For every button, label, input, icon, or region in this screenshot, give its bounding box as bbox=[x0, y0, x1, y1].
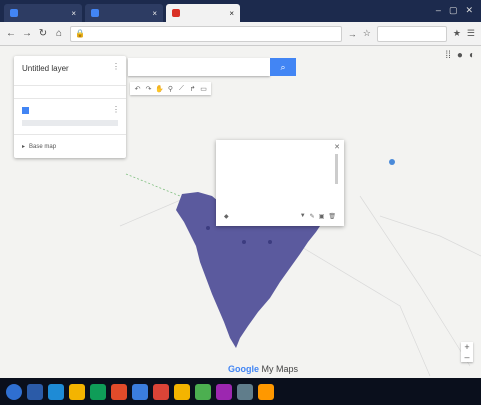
taskbar-app-icon[interactable] bbox=[195, 383, 211, 400]
close-icon[interactable]: × bbox=[229, 9, 234, 18]
browser-tabbar: × × × – ▢ ✕ bbox=[0, 0, 481, 22]
close-window-icon[interactable]: ✕ bbox=[465, 5, 473, 16]
close-icon[interactable]: × bbox=[71, 9, 76, 18]
marker-icon[interactable] bbox=[268, 240, 272, 244]
account-icon[interactable]: ● bbox=[457, 50, 463, 61]
place-marker-icon[interactable] bbox=[389, 159, 395, 165]
map-side-panel: Untitled layer ⋮ ⋮ ▸ Base map bbox=[14, 56, 126, 158]
map-search-button[interactable]: ⌕ bbox=[270, 58, 296, 76]
taskbar-app-icon[interactable] bbox=[258, 383, 274, 400]
profile-icon[interactable]: ◐ bbox=[469, 50, 475, 61]
back-icon[interactable]: ← bbox=[6, 28, 16, 39]
zoom-control: + – bbox=[461, 342, 473, 362]
taskbar-app-icon[interactable] bbox=[216, 383, 232, 400]
marker-icon[interactable] bbox=[206, 226, 210, 230]
address-bar[interactable]: 🔒 bbox=[70, 25, 342, 42]
taskbar-app-icon[interactable] bbox=[237, 383, 253, 400]
redo-icon[interactable]: ↷ bbox=[144, 84, 153, 93]
edit-icon[interactable]: ✎ bbox=[310, 213, 315, 220]
maximize-icon[interactable]: ▢ bbox=[449, 5, 458, 16]
popup-style-icon[interactable]: ◆ bbox=[224, 213, 229, 220]
bookmark-icon[interactable]: ☆ bbox=[363, 28, 371, 39]
basemap-arrow-icon: ▸ bbox=[22, 144, 26, 150]
taskbar-app-icon[interactable] bbox=[111, 383, 127, 400]
minimize-icon[interactable]: – bbox=[436, 5, 441, 16]
os-taskbar bbox=[0, 378, 481, 405]
lock-icon: 🔒 bbox=[75, 29, 85, 38]
taskbar-app-icon[interactable] bbox=[132, 383, 148, 400]
taskbar-app-icon[interactable] bbox=[69, 383, 85, 400]
panel-actions bbox=[14, 86, 126, 99]
refresh-icon[interactable]: ↻ bbox=[38, 28, 48, 39]
close-icon[interactable]: × bbox=[152, 9, 157, 18]
marker-icon[interactable] bbox=[242, 240, 246, 244]
close-icon[interactable]: ✕ bbox=[334, 143, 340, 151]
browser-search-input[interactable] bbox=[376, 25, 447, 42]
undo-icon[interactable]: ↶ bbox=[133, 84, 142, 93]
layer-header[interactable] bbox=[22, 107, 118, 114]
delete-icon[interactable]: 🗑 bbox=[328, 213, 336, 220]
apps-icon[interactable]: ⁞⁞ bbox=[445, 50, 451, 61]
taskbar-app-icon[interactable] bbox=[27, 383, 43, 400]
browser-tab-3[interactable]: × bbox=[166, 4, 240, 22]
tab-favicon-icon bbox=[10, 9, 18, 17]
taskbar-app-icon[interactable] bbox=[48, 383, 64, 400]
basemap-toggle[interactable]: ▸ Base map bbox=[14, 135, 126, 158]
more-options-icon[interactable]: ⋮ bbox=[112, 62, 120, 71]
forward-icon[interactable]: → bbox=[22, 28, 32, 39]
map-canvas[interactable]: ⁞⁞ ● ◐ Untitled layer ⋮ ⋮ ▸ Base map ⌕ ↶… bbox=[0, 46, 481, 378]
layer-feature-item[interactable] bbox=[22, 120, 118, 126]
browser-tab-2[interactable]: × bbox=[85, 4, 163, 22]
ruler-icon[interactable]: ▭ bbox=[199, 84, 208, 93]
google-logo: Google My Maps bbox=[228, 364, 299, 374]
tab-favicon-icon bbox=[91, 9, 99, 17]
popup-scrollbar[interactable] bbox=[335, 154, 338, 184]
map-search-input[interactable] bbox=[128, 58, 270, 76]
start-icon[interactable] bbox=[6, 383, 22, 400]
browser-tab-1[interactable]: × bbox=[4, 4, 82, 22]
style-icon[interactable]: ▼ bbox=[300, 213, 306, 220]
zoom-out-button[interactable]: – bbox=[461, 352, 473, 362]
marker-tool-icon[interactable]: ⚲ bbox=[166, 84, 175, 93]
photo-icon[interactable]: ▣ bbox=[319, 213, 325, 220]
directions-icon[interactable]: ↱ bbox=[188, 84, 197, 93]
map-title[interactable]: Untitled layer bbox=[22, 64, 118, 73]
panel-header: Untitled layer ⋮ bbox=[14, 56, 126, 86]
popup-footer: ◆ ▼ ✎ ▣ 🗑 bbox=[224, 213, 336, 220]
taskbar-app-icon[interactable] bbox=[153, 383, 169, 400]
browser-toolbar: ← → ↻ ⌂ 🔒 → ☆ ★ ☰ bbox=[0, 22, 481, 46]
tab-favicon-icon bbox=[172, 9, 180, 17]
map-top-icons: ⁞⁞ ● ◐ bbox=[445, 50, 475, 61]
basemap-label: Base map bbox=[29, 143, 57, 150]
search-icon: ⌕ bbox=[280, 61, 286, 72]
taskbar-app-icon[interactable] bbox=[174, 383, 190, 400]
window-controls: – ▢ ✕ bbox=[436, 5, 481, 22]
taskbar-app-icon[interactable] bbox=[90, 383, 106, 400]
menu-icon[interactable]: ☰ bbox=[467, 28, 475, 39]
go-icon[interactable]: → bbox=[348, 29, 357, 39]
layer-section: ⋮ bbox=[14, 99, 126, 135]
hand-icon[interactable]: ✋ bbox=[155, 84, 164, 93]
popup-actions: ▼ ✎ ▣ 🗑 bbox=[300, 213, 336, 220]
feature-info-popup: ✕ ◆ ▼ ✎ ▣ 🗑 bbox=[216, 140, 344, 226]
map-toolbar: ↶ ↷ ✋ ⚲ ⟋ ↱ ▭ bbox=[130, 82, 211, 95]
star-icon[interactable]: ★ bbox=[453, 28, 461, 39]
layer-options-icon[interactable]: ⋮ bbox=[112, 105, 120, 114]
home-icon[interactable]: ⌂ bbox=[54, 28, 64, 39]
layer-checkbox[interactable] bbox=[22, 107, 29, 114]
zoom-in-button[interactable]: + bbox=[461, 342, 473, 352]
draw-line-icon[interactable]: ⟋ bbox=[177, 84, 186, 93]
